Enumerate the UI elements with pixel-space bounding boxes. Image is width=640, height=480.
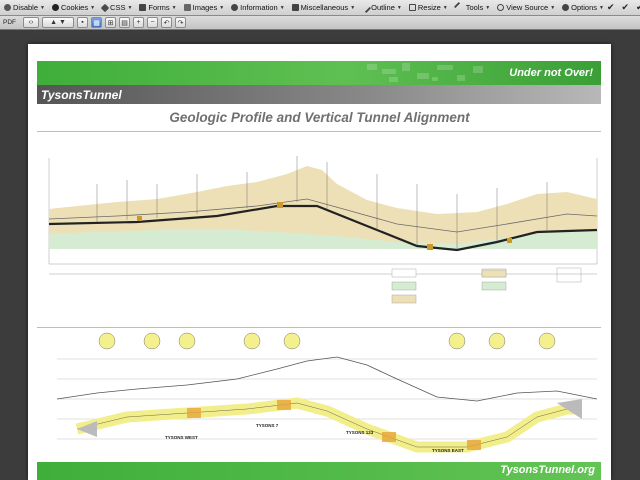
slogan-text: Under not Over! [509, 67, 593, 79]
pdf-label: PDF [3, 19, 16, 26]
outline-icon [359, 1, 372, 14]
forms-icon [139, 4, 147, 11]
print-button[interactable]: ▪ [77, 17, 88, 28]
chevron-down-icon: ▼ [127, 4, 133, 11]
zoom-out-button[interactable]: − [147, 17, 158, 28]
pdf-toolbar: PDF ‹ › ▲ ▼ ▪ ▦ ⊞ ▤ + − ↶ ↷ [0, 16, 640, 30]
brand-logo: TysonsTunnel [41, 88, 122, 102]
zoom-in-button[interactable]: + [133, 17, 144, 28]
status-checks: ✔ ✔ ✔ [607, 2, 640, 13]
page-back-forward-button[interactable]: ‹ › [23, 17, 39, 28]
resize-icon [408, 4, 416, 11]
tunnel-alignment-drawing [56, 332, 598, 453]
rotate-right-button[interactable]: ↷ [175, 17, 186, 28]
css-icon [100, 3, 110, 12]
tools-icon [453, 1, 465, 14]
miscellaneous-icon [291, 4, 299, 11]
information-icon [231, 4, 239, 11]
rotate-left-button[interactable]: ↶ [161, 17, 172, 28]
rotate-left-icon: ↶ [163, 19, 170, 27]
station-label: TYSONS EAST [432, 448, 464, 453]
toolbar-css[interactable]: CSS ▼ [98, 0, 135, 15]
toolbar-forms[interactable]: Forms ▼ [135, 0, 179, 15]
zoom-in-icon: + [136, 19, 141, 26]
station-label: TYSONS 123 [346, 430, 374, 435]
toolbar-outline[interactable]: Outline ▼ [358, 0, 405, 15]
cookie-icon [51, 4, 59, 11]
footer-url[interactable]: TysonsTunnel.org [500, 464, 595, 476]
chevron-down-icon: ▼ [171, 4, 177, 11]
rotate-right-icon: ↷ [177, 19, 184, 27]
single-page-icon: ▦ [93, 19, 100, 27]
toolbar-tools[interactable]: Tools ▼ [451, 0, 493, 15]
continuous-view-button[interactable]: ▤ [119, 17, 130, 28]
toolbar-cookies[interactable]: Cookies ▼ [48, 0, 98, 15]
chevron-down-icon: ▼ [599, 4, 604, 11]
page-nav-buttons[interactable]: ▲ ▼ [42, 17, 74, 28]
page-up-icon: ▲ [50, 19, 58, 26]
options-icon [562, 4, 570, 11]
chevron-down-icon: ▼ [40, 4, 45, 11]
footer-banner: TysonsTunnel.org [37, 462, 601, 480]
chevron-down-icon: ▼ [485, 4, 491, 11]
chevron-down-icon: ▼ [90, 4, 96, 11]
toolbar-information[interactable]: Information ▼ [227, 0, 287, 15]
check-icon[interactable]: ✔ [607, 2, 615, 13]
toolbar-resize[interactable]: Resize ▼ [405, 0, 451, 15]
images-icon [183, 4, 191, 11]
check-icon[interactable]: ✔ [622, 2, 630, 13]
disable-icon [4, 4, 11, 11]
print-icon: ▪ [81, 19, 84, 26]
zoom-out-icon: − [150, 19, 155, 26]
geologic-profile-drawing [48, 156, 598, 304]
view-source-icon [497, 4, 505, 11]
single-page-view-button[interactable]: ▦ [91, 17, 102, 28]
toolbar-miscellaneous[interactable]: Miscellaneous ▼ [288, 0, 358, 15]
fit-page-button[interactable]: ⊞ [105, 17, 116, 28]
header-banner: Under not Over! TysonsTunnel [37, 61, 601, 104]
chevron-down-icon: ▼ [350, 4, 356, 11]
chevron-down-icon: ▼ [396, 4, 402, 11]
continuous-icon: ▤ [121, 19, 128, 27]
fit-page-icon: ⊞ [107, 19, 114, 27]
station-label: TYSONS 7 [256, 423, 279, 428]
chevron-down-icon: ▼ [219, 4, 225, 11]
chevron-down-icon: ▼ [550, 4, 556, 11]
banner-green-band: Under not Over! [37, 61, 601, 85]
station-label: TYSONS WEST [165, 435, 198, 440]
check-icon[interactable]: ✔ [636, 2, 640, 13]
divider [37, 131, 601, 132]
arrow-right-icon: › [31, 19, 34, 26]
page-down-icon: ▼ [58, 19, 66, 26]
page-title: Geologic Profile and Vertical Tunnel Ali… [169, 110, 470, 125]
toolbar-options[interactable]: Options ▼ [558, 0, 607, 15]
chevron-down-icon: ▼ [442, 4, 448, 11]
toolbar-disable[interactable]: Disable ▼ [0, 0, 48, 15]
document-page: Under not Over! TysonsTunnel Geologic Pr… [28, 44, 611, 480]
toolbar-images[interactable]: Images ▼ [180, 0, 228, 15]
developer-toolbar: Disable ▼ Cookies ▼ CSS ▼ Forms ▼ Images ▼ In… [0, 0, 640, 16]
toolbar-view-source[interactable]: View Source ▼ [493, 0, 558, 15]
divider [37, 327, 601, 328]
chevron-down-icon: ▼ [279, 4, 285, 11]
